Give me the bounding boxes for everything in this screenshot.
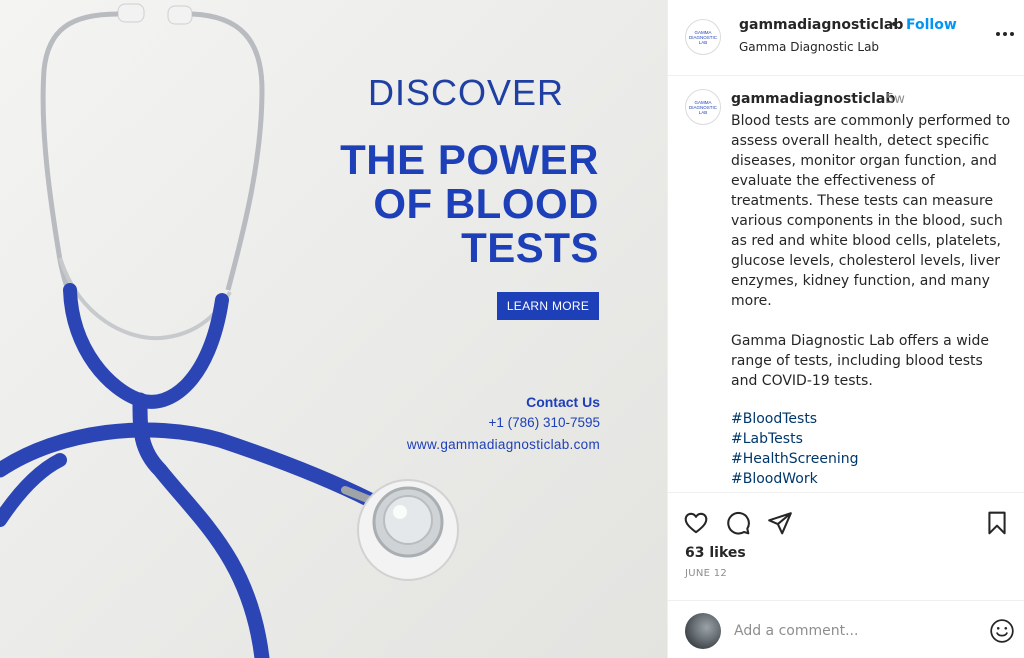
likes-count[interactable]: 63 likes	[685, 545, 746, 561]
headline-line: OF BLOOD	[373, 180, 599, 227]
user-avatar	[685, 613, 721, 649]
contact-website: www.gammadiagnosticlab.com	[406, 437, 600, 452]
avatar-logo-text: GAMMA DIAGNOSTIC LAB	[688, 29, 717, 45]
follow-button[interactable]: Follow	[906, 17, 957, 33]
post-header: GAMMA DIAGNOSTIC LAB gammadiagnosticlab …	[668, 0, 1024, 76]
hashtag-link[interactable]: #BloodWork	[731, 469, 1013, 489]
instagram-post: DISCOVER THE POWER OF BLOOD TESTS LEARN …	[0, 0, 1024, 658]
heart-icon[interactable]	[682, 509, 710, 537]
caption-timestamp[interactable]: 5w	[886, 92, 905, 107]
hashtag-list: #BloodTests #LabTests #HealthScreening #…	[731, 409, 1013, 489]
account-subtitle[interactable]: Gamma Diagnostic Lab	[739, 40, 879, 54]
hashtag-link[interactable]: #LabTests	[731, 429, 1013, 449]
post-date[interactable]: JUNE 12	[685, 568, 727, 579]
comment-icon[interactable]	[724, 509, 752, 537]
caption-text: Blood tests are commonly performed to as…	[731, 113, 1011, 389]
more-horizontal-icon[interactable]	[993, 22, 1017, 46]
post-image[interactable]: DISCOVER THE POWER OF BLOOD TESTS LEARN …	[0, 0, 667, 658]
post-sidebar: GAMMA DIAGNOSTIC LAB gammadiagnosticlab …	[667, 0, 1024, 658]
caption-section: GAMMA DIAGNOSTIC LAB gammadiagnosticlab …	[668, 77, 1024, 493]
comment-bar	[668, 600, 1024, 658]
comment-input[interactable]	[734, 619, 964, 643]
action-bar	[668, 505, 1024, 539]
discover-heading: DISCOVER	[367, 72, 564, 113]
emoji-icon[interactable]	[989, 618, 1015, 644]
more-dot	[996, 32, 1000, 36]
more-dot	[1003, 32, 1007, 36]
account-avatar[interactable]: GAMMA DIAGNOSTIC LAB	[685, 19, 721, 55]
avatar-logo-text: GAMMA DIAGNOSTIC LAB	[688, 99, 717, 115]
headline: THE POWER OF BLOOD TESTS	[259, 138, 599, 270]
learn-more-button: LEARN MORE	[497, 292, 599, 320]
separator-dot: •	[890, 17, 899, 33]
account-username[interactable]: gammadiagnosticlab	[739, 17, 903, 33]
more-dot	[1010, 32, 1014, 36]
hashtag-link[interactable]: #BloodTests	[731, 409, 1013, 429]
contact-title: Contact Us	[526, 394, 600, 410]
bookmark-icon[interactable]	[983, 509, 1011, 537]
headline-line: TESTS	[461, 224, 599, 271]
stethoscope-illustration	[0, 3, 459, 658]
share-icon[interactable]	[766, 509, 794, 537]
hashtag-link[interactable]: #HealthScreening	[731, 449, 1013, 469]
caption-avatar[interactable]: GAMMA DIAGNOSTIC LAB	[685, 89, 721, 125]
caption-username[interactable]: gammadiagnosticlab	[731, 91, 895, 107]
contact-phone: +1 (786) 310-7595	[488, 415, 600, 430]
headline-line: THE POWER	[340, 136, 599, 183]
